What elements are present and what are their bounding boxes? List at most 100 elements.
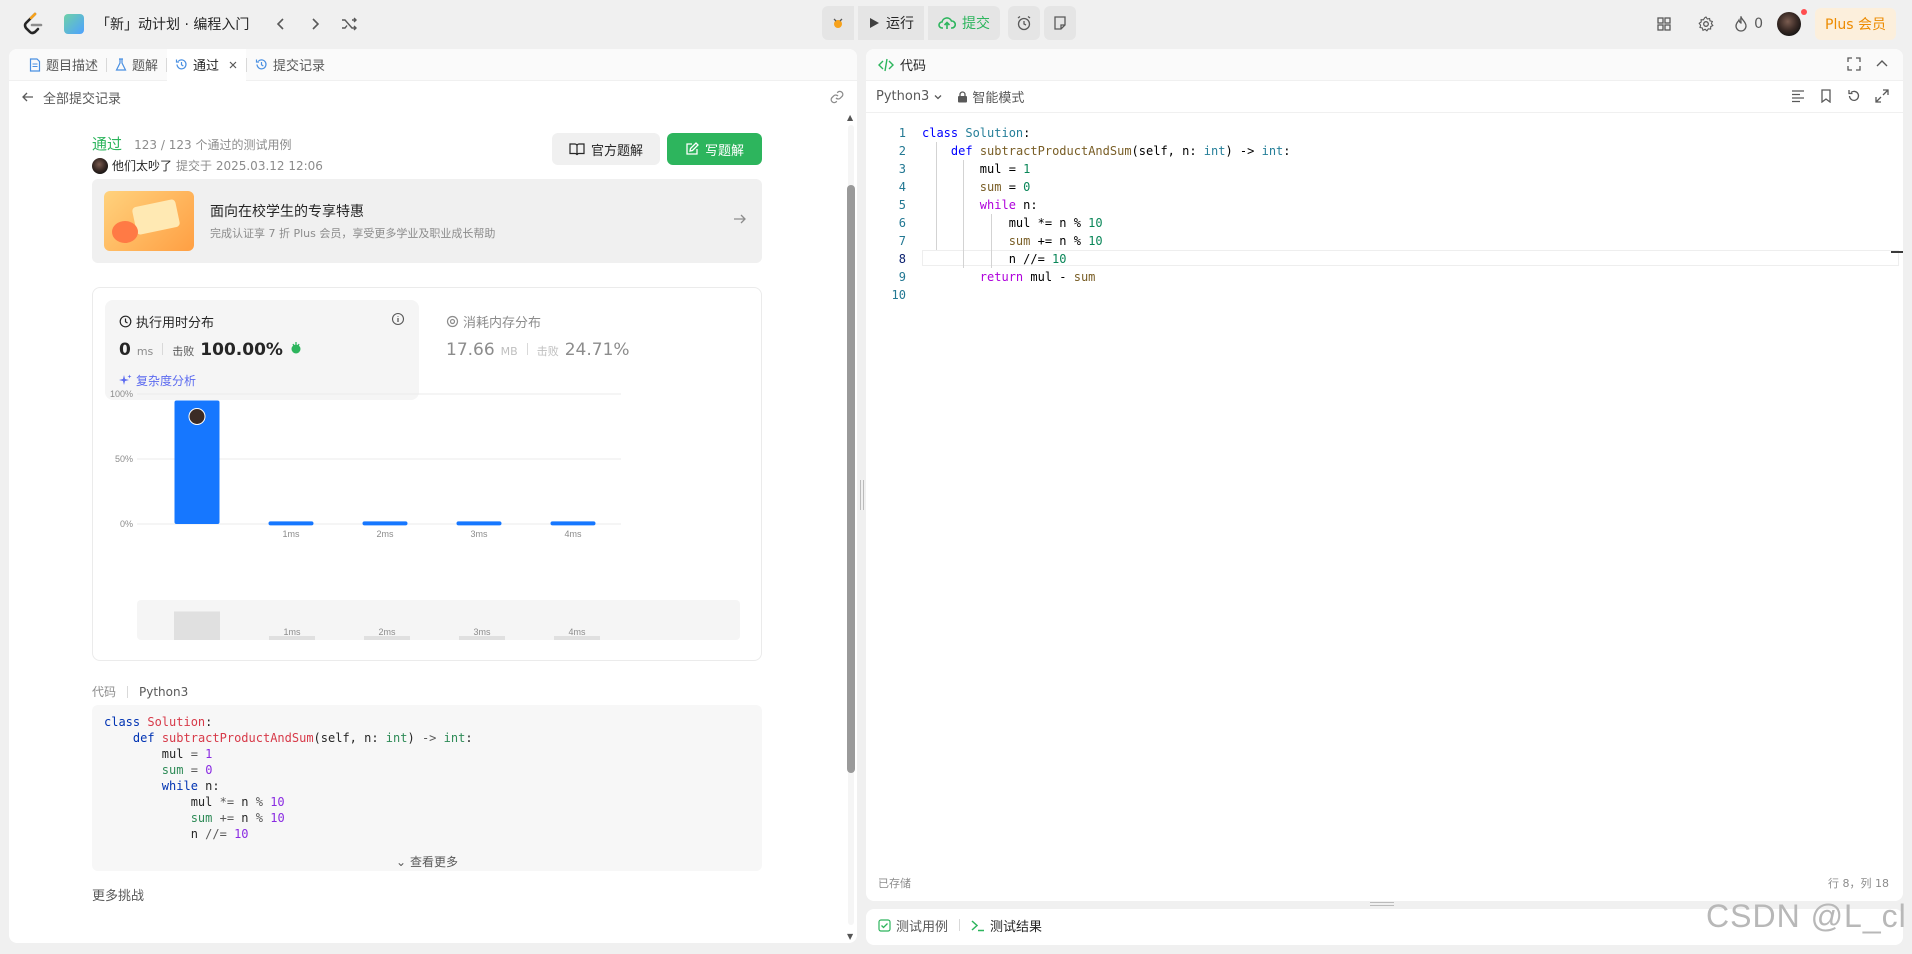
chart-bar: [550, 521, 596, 526]
official-solution-button[interactable]: 官方题解: [552, 133, 660, 165]
info-icon[interactable]: [391, 312, 405, 326]
layout-button[interactable]: [1650, 10, 1678, 38]
user-avatar[interactable]: [1777, 9, 1808, 36]
tab-testcase-label: 测试用例: [896, 919, 949, 935]
submission-detail: 通过 123 / 123 个通过的测试用例 他们太吵了 提交于 2025.03.…: [9, 113, 844, 943]
promo-title: 面向在校学生的专享特惠: [210, 204, 364, 220]
scrollbar-thumb[interactable]: [847, 185, 855, 773]
settings-button[interactable]: [1692, 10, 1720, 38]
notes-button[interactable]: [1044, 6, 1076, 40]
code-section-header: 代码 Python3: [92, 683, 188, 700]
scroll-up-icon[interactable]: ▲: [847, 113, 853, 122]
code-line: sum += n % 10: [190, 811, 285, 825]
author-name[interactable]: 他们太吵了: [112, 157, 172, 174]
chevrons-down-icon: ⌄: [396, 855, 407, 869]
author-avatar[interactable]: [92, 157, 108, 174]
tab-test-result[interactable]: 测试结果: [971, 916, 1042, 935]
minimap-cursor-marker: [1891, 251, 1903, 253]
maximize-icon[interactable]: [1847, 57, 1861, 71]
left-scrollbar[interactable]: ▲ ▼: [844, 113, 857, 943]
link-icon[interactable]: [829, 89, 845, 105]
y-tick-label: 0%: [120, 519, 133, 529]
back-to-submissions[interactable]: 全部提交记录: [9, 81, 857, 113]
student-promo-banner[interactable]: 面向在校学生的专享特惠 完成认证享 7 折 Plus 会员，享受更多学业及职业成…: [92, 179, 762, 263]
runtime-beat-label: 击败: [172, 345, 195, 358]
streak-counter[interactable]: 0: [1734, 16, 1763, 32]
bug-icon: [833, 18, 843, 28]
clock-icon: [119, 315, 132, 328]
document-icon: [29, 57, 41, 72]
runtime-unit: ms: [136, 345, 154, 358]
smart-mode-toggle[interactable]: 智能模式: [957, 87, 1024, 106]
submit-button[interactable]: 提交: [928, 6, 1000, 40]
tab-description[interactable]: 题目描述: [21, 49, 106, 81]
runtime-beat-value: 100.00%: [200, 340, 283, 360]
code-line: sum = 0: [161, 763, 213, 777]
write-solution-button[interactable]: 写题解: [667, 133, 762, 165]
reset-icon[interactable]: [1847, 89, 1861, 103]
divider: [127, 685, 129, 698]
code-line: class Solution:: [922, 126, 1031, 140]
prev-question-icon[interactable]: [269, 12, 293, 36]
tab-accepted-label: 通过: [193, 59, 220, 74]
line-number: 7: [898, 234, 906, 248]
format-icon[interactable]: [1791, 89, 1805, 103]
bookmark-icon[interactable]: [1819, 89, 1833, 103]
code-line: mul = 1: [104, 747, 213, 761]
line-number: 3: [898, 162, 906, 176]
chart-bar: [362, 521, 408, 526]
code-line: while n:: [161, 779, 220, 793]
editor-tab-bar: 代码: [866, 49, 1903, 81]
ball-shape: [112, 221, 138, 243]
code-editor-panel: 代码 Python3 智能模式 1 2 3 4 5 6 7 8 9 10 cla…: [866, 49, 1903, 901]
tab-testcase[interactable]: 测试用例: [878, 916, 948, 935]
performance-card: 执行用时分布 0 ms 击败 100.00% 复杂度分析 消耗内存分布 17.6…: [92, 287, 762, 661]
smart-mode-label: 智能模式: [972, 91, 1025, 106]
divider: [959, 919, 961, 931]
show-more-button[interactable]: ⌄ 查看更多: [92, 853, 762, 870]
tab-submissions[interactable]: 提交记录: [247, 49, 333, 81]
note-icon: [1054, 16, 1066, 30]
watermark: CSDN @L_cl: [1706, 898, 1907, 934]
shuffle-icon[interactable]: [337, 12, 361, 36]
next-question-icon[interactable]: [303, 12, 327, 36]
x-tick-label: 4ms: [564, 529, 582, 539]
chart-bar: [456, 521, 502, 526]
graduation-cap-illustration: [104, 191, 194, 251]
streak-count: 0: [1754, 16, 1764, 32]
debug-button[interactable]: [822, 6, 854, 40]
leetcode-logo-icon[interactable]: [20, 11, 46, 37]
line-number: 1: [898, 126, 906, 140]
line-number: 2: [898, 144, 906, 158]
divider: [526, 343, 528, 355]
tab-solutions-label: 题解: [132, 59, 159, 74]
divider: [162, 343, 164, 355]
author-row: 他们太吵了 提交于 2025.03.12 12:06: [92, 157, 323, 174]
vertical-resize-handle[interactable]: [1370, 902, 1394, 906]
status-row: 通过 123 / 123 个通过的测试用例: [92, 133, 291, 154]
code-line: return mul - sum: [979, 270, 1096, 284]
chevron-up-icon[interactable]: [1875, 57, 1889, 71]
study-plan-title[interactable]: 「新」动计划 · 编程入门: [96, 14, 249, 34]
tab-submissions-label: 提交记录: [273, 59, 326, 74]
expand-icon[interactable]: [1875, 89, 1889, 103]
chart-bar: [268, 521, 314, 526]
tab-solutions[interactable]: 题解: [107, 49, 166, 81]
code-editor[interactable]: 1 2 3 4 5 6 7 8 9 10 class Solution: def…: [866, 116, 1903, 716]
runtime-value-row: 0 ms 击败 100.00%: [119, 340, 303, 360]
scroll-down-icon[interactable]: ▼: [847, 932, 853, 941]
chart-range-slider[interactable]: 1ms 2ms 3ms 4ms: [137, 600, 740, 640]
plus-member-button[interactable]: Plus 会员: [1815, 8, 1896, 40]
editor-code[interactable]: class Solution: def subtractProductAndSu…: [922, 124, 1291, 304]
run-button[interactable]: 运行: [858, 6, 924, 40]
x-tick-label: 1ms: [282, 529, 300, 539]
panel-resize-handle[interactable]: [860, 480, 864, 510]
tab-accepted[interactable]: 通过: [167, 49, 247, 81]
timer-button[interactable]: [1008, 6, 1040, 40]
code-line: def subtractProductAndSum(self, n: int) …: [132, 731, 473, 745]
arrow-right-icon: [734, 214, 746, 224]
language-selector[interactable]: Python3: [876, 89, 943, 104]
line-number: 4: [898, 180, 906, 194]
history-icon: [175, 59, 187, 70]
close-icon[interactable]: [228, 60, 238, 70]
